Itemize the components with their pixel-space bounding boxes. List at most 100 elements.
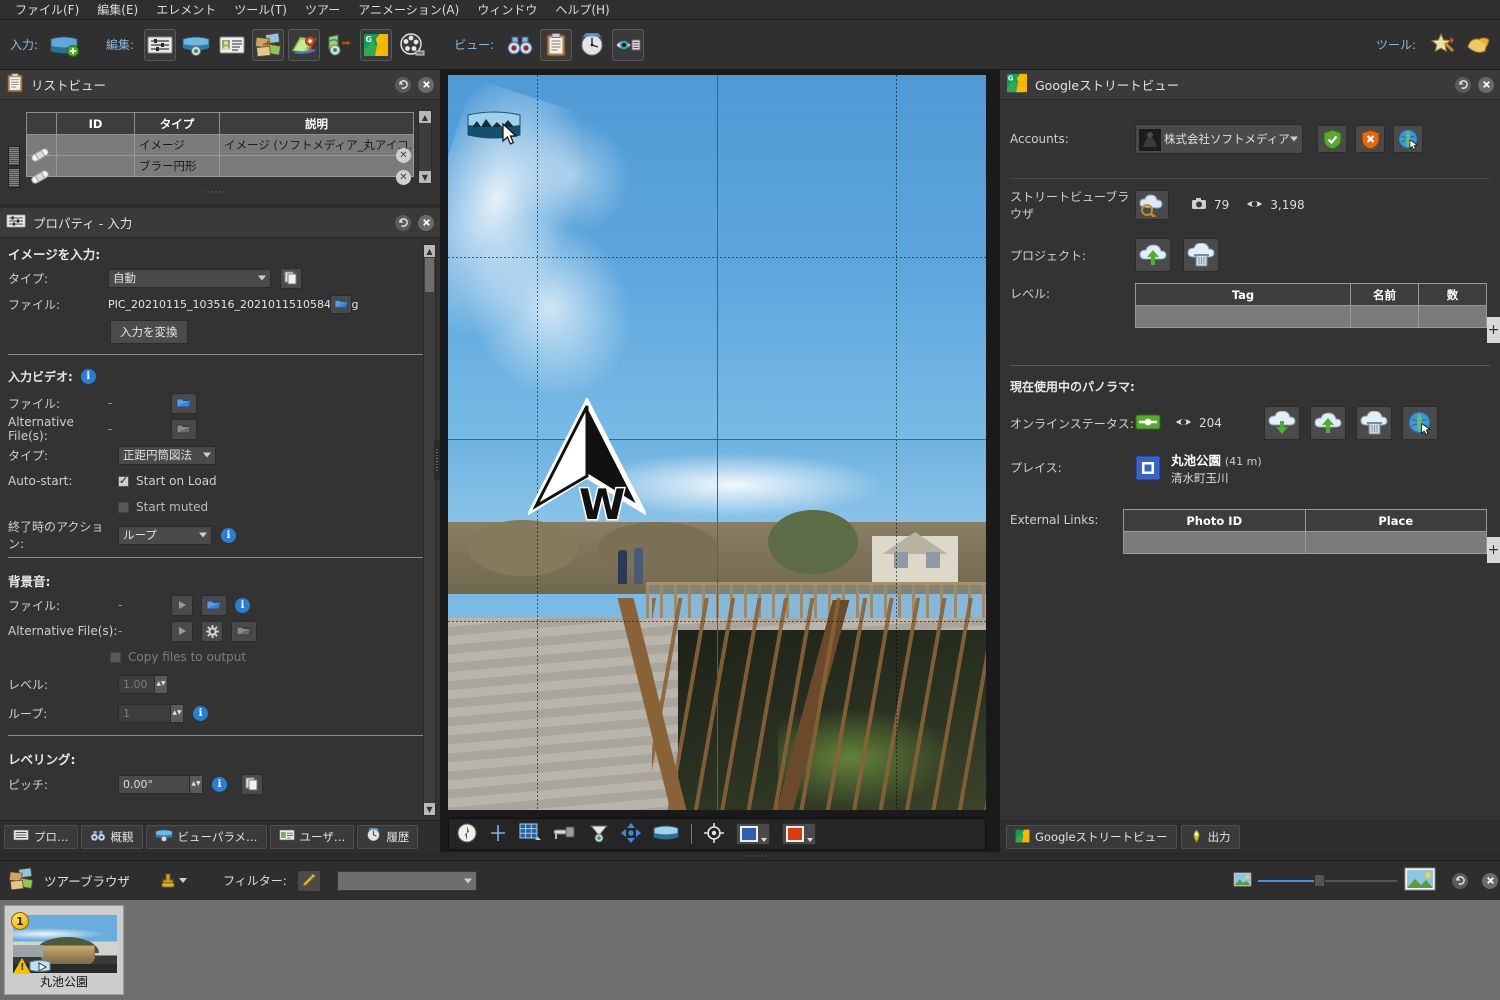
pitch-spinner[interactable]: 0.00°▲▼ bbox=[118, 775, 203, 794]
scroll-up-icon[interactable]: ▲ bbox=[424, 245, 435, 257]
film-reel-icon[interactable] bbox=[396, 29, 428, 61]
add-panorama-icon[interactable] bbox=[48, 29, 80, 61]
account-select[interactable]: 株式会社ソフトメディア bbox=[1135, 124, 1303, 154]
grid-icon[interactable] bbox=[519, 823, 541, 846]
tab-google-streetview[interactable]: Googleストリートビュー bbox=[1006, 825, 1177, 849]
menu-item-7[interactable]: ヘルプ(H) bbox=[546, 0, 618, 19]
undock-icon[interactable] bbox=[395, 215, 411, 231]
info-icon[interactable]: i bbox=[193, 706, 208, 721]
browse-folder-icon[interactable] bbox=[330, 295, 352, 314]
level-table[interactable]: Tag 名前 数 bbox=[1135, 283, 1487, 328]
tab-history[interactable]: 履歴 bbox=[357, 825, 418, 849]
funnel-icon[interactable] bbox=[589, 823, 609, 846]
delete-row-icon[interactable]: ✕ bbox=[396, 170, 411, 185]
row-drag-handle[interactable] bbox=[8, 168, 20, 188]
add-level-button[interactable]: + bbox=[1487, 317, 1500, 343]
loop-spinner[interactable]: 1▲▼ bbox=[118, 704, 184, 723]
hand-icon[interactable] bbox=[1462, 29, 1494, 61]
tab-overview[interactable]: 概観 bbox=[81, 825, 143, 849]
cloud-upload-icon[interactable] bbox=[1310, 406, 1346, 440]
level-spinner[interactable]: 1.00▲▼ bbox=[118, 675, 168, 694]
stamp-tool-button[interactable] bbox=[160, 872, 187, 890]
info-icon[interactable]: i bbox=[221, 528, 236, 543]
info-icon[interactable]: i bbox=[235, 598, 250, 613]
target-icon[interactable] bbox=[704, 823, 724, 846]
browse-folder-icon[interactable] bbox=[171, 419, 197, 440]
verify-shield-icon[interactable] bbox=[1317, 125, 1347, 153]
start-on-load-checkbox[interactable] bbox=[118, 476, 129, 487]
secondary-color-button[interactable] bbox=[782, 823, 816, 845]
table-row[interactable]: イメージ イメージ (ソフトメディア_丸アイコ… bbox=[27, 135, 414, 156]
clipboard-icon[interactable] bbox=[540, 29, 572, 61]
copy-icon[interactable] bbox=[241, 774, 263, 795]
properties-scrollbar[interactable]: ▲ ▼ bbox=[423, 244, 436, 816]
browse-folder-icon[interactable] bbox=[231, 621, 257, 642]
delete-row-icon[interactable]: ✕ bbox=[396, 148, 411, 163]
map-transfer-icon[interactable] bbox=[324, 29, 356, 61]
thumbnail-card[interactable]: 1 丸池公園 bbox=[4, 905, 124, 995]
tour-icon[interactable] bbox=[252, 29, 284, 61]
menu-item-5[interactable]: アニメーション(A) bbox=[349, 0, 468, 19]
listview-scrollbar[interactable]: ▲ ▼ bbox=[418, 110, 432, 184]
close-icon[interactable] bbox=[418, 77, 434, 93]
google-streetview-icon[interactable]: G bbox=[360, 29, 392, 61]
menu-item-2[interactable]: エレメント bbox=[147, 0, 225, 19]
slider-knob[interactable] bbox=[1314, 874, 1325, 887]
type-select[interactable]: 自動 bbox=[108, 269, 271, 288]
menu-item-4[interactable]: ツアー bbox=[296, 0, 349, 19]
browse-folder-icon[interactable] bbox=[201, 595, 227, 616]
level-table-row[interactable] bbox=[1136, 306, 1487, 328]
play-icon[interactable] bbox=[171, 595, 193, 616]
info-icon[interactable]: i bbox=[212, 777, 227, 792]
end-action-select[interactable]: ループ bbox=[118, 526, 212, 545]
clock-icon[interactable] bbox=[576, 29, 608, 61]
external-links-row[interactable] bbox=[1124, 532, 1487, 554]
open-web-icon[interactable] bbox=[1393, 125, 1423, 153]
listview-table[interactable]: ID タイプ 説明 イメージ イメージ (ソフトメディア_丸アイコ… ブラー円形 bbox=[26, 112, 414, 177]
close-icon[interactable] bbox=[1482, 873, 1498, 889]
panorama-strip-icon[interactable] bbox=[653, 824, 679, 845]
settings-gear-icon[interactable] bbox=[201, 621, 223, 642]
tab-user[interactable]: ユーザ… bbox=[270, 825, 355, 849]
binoculars-icon[interactable] bbox=[504, 29, 536, 61]
play-icon[interactable] bbox=[171, 621, 193, 642]
primary-color-button[interactable] bbox=[736, 823, 770, 845]
undock-icon[interactable] bbox=[1452, 873, 1468, 889]
panorama-icon[interactable] bbox=[180, 29, 212, 61]
cloud-delete-icon[interactable] bbox=[1356, 406, 1392, 440]
streetview-browser-icon[interactable] bbox=[1135, 190, 1169, 220]
panorama-canvas[interactable]: W bbox=[448, 75, 986, 810]
open-web-icon[interactable] bbox=[1402, 406, 1438, 440]
undock-icon[interactable] bbox=[395, 77, 411, 93]
scroll-down-icon[interactable]: ▼ bbox=[424, 803, 435, 815]
browse-folder-icon[interactable] bbox=[171, 393, 197, 414]
tab-viewparams[interactable]: ビューパラメ… bbox=[146, 825, 267, 849]
info-icon[interactable]: i bbox=[81, 369, 96, 384]
copy-files-checkbox[interactable] bbox=[110, 652, 121, 663]
close-icon[interactable] bbox=[1478, 77, 1494, 93]
thumbnail-size-slider[interactable] bbox=[1233, 867, 1436, 894]
menu-item-0[interactable]: ファイル(F) bbox=[6, 0, 88, 19]
add-external-link-button[interactable]: + bbox=[1487, 537, 1500, 563]
close-icon[interactable] bbox=[418, 215, 434, 231]
undock-icon[interactable] bbox=[1455, 77, 1471, 93]
video-type-select[interactable]: 正距円筒図法 bbox=[118, 446, 216, 465]
table-row[interactable]: ブラー円形 bbox=[27, 156, 414, 177]
copy-icon[interactable] bbox=[280, 268, 302, 289]
move-icon[interactable] bbox=[621, 823, 641, 846]
id-card-icon[interactable] bbox=[216, 29, 248, 61]
row-drag-handle[interactable] bbox=[8, 146, 20, 166]
filter-edit-icon[interactable] bbox=[297, 870, 321, 892]
scroll-down-icon[interactable]: ▼ bbox=[419, 171, 431, 183]
cloud-upload-icon[interactable] bbox=[1135, 238, 1171, 272]
menu-item-1[interactable]: 編集(E) bbox=[88, 0, 147, 19]
crosshair-icon[interactable] bbox=[489, 824, 507, 845]
convert-input-button[interactable]: 入力を変換 bbox=[110, 320, 188, 344]
scroll-up-icon[interactable]: ▲ bbox=[419, 111, 431, 123]
eye-icon[interactable] bbox=[612, 29, 644, 61]
tab-output[interactable]: 出力 bbox=[1181, 825, 1240, 849]
properties-icon[interactable] bbox=[144, 29, 176, 61]
start-muted-checkbox[interactable] bbox=[118, 502, 129, 513]
compass-icon[interactable] bbox=[457, 823, 477, 846]
level-icon[interactable] bbox=[553, 824, 577, 845]
